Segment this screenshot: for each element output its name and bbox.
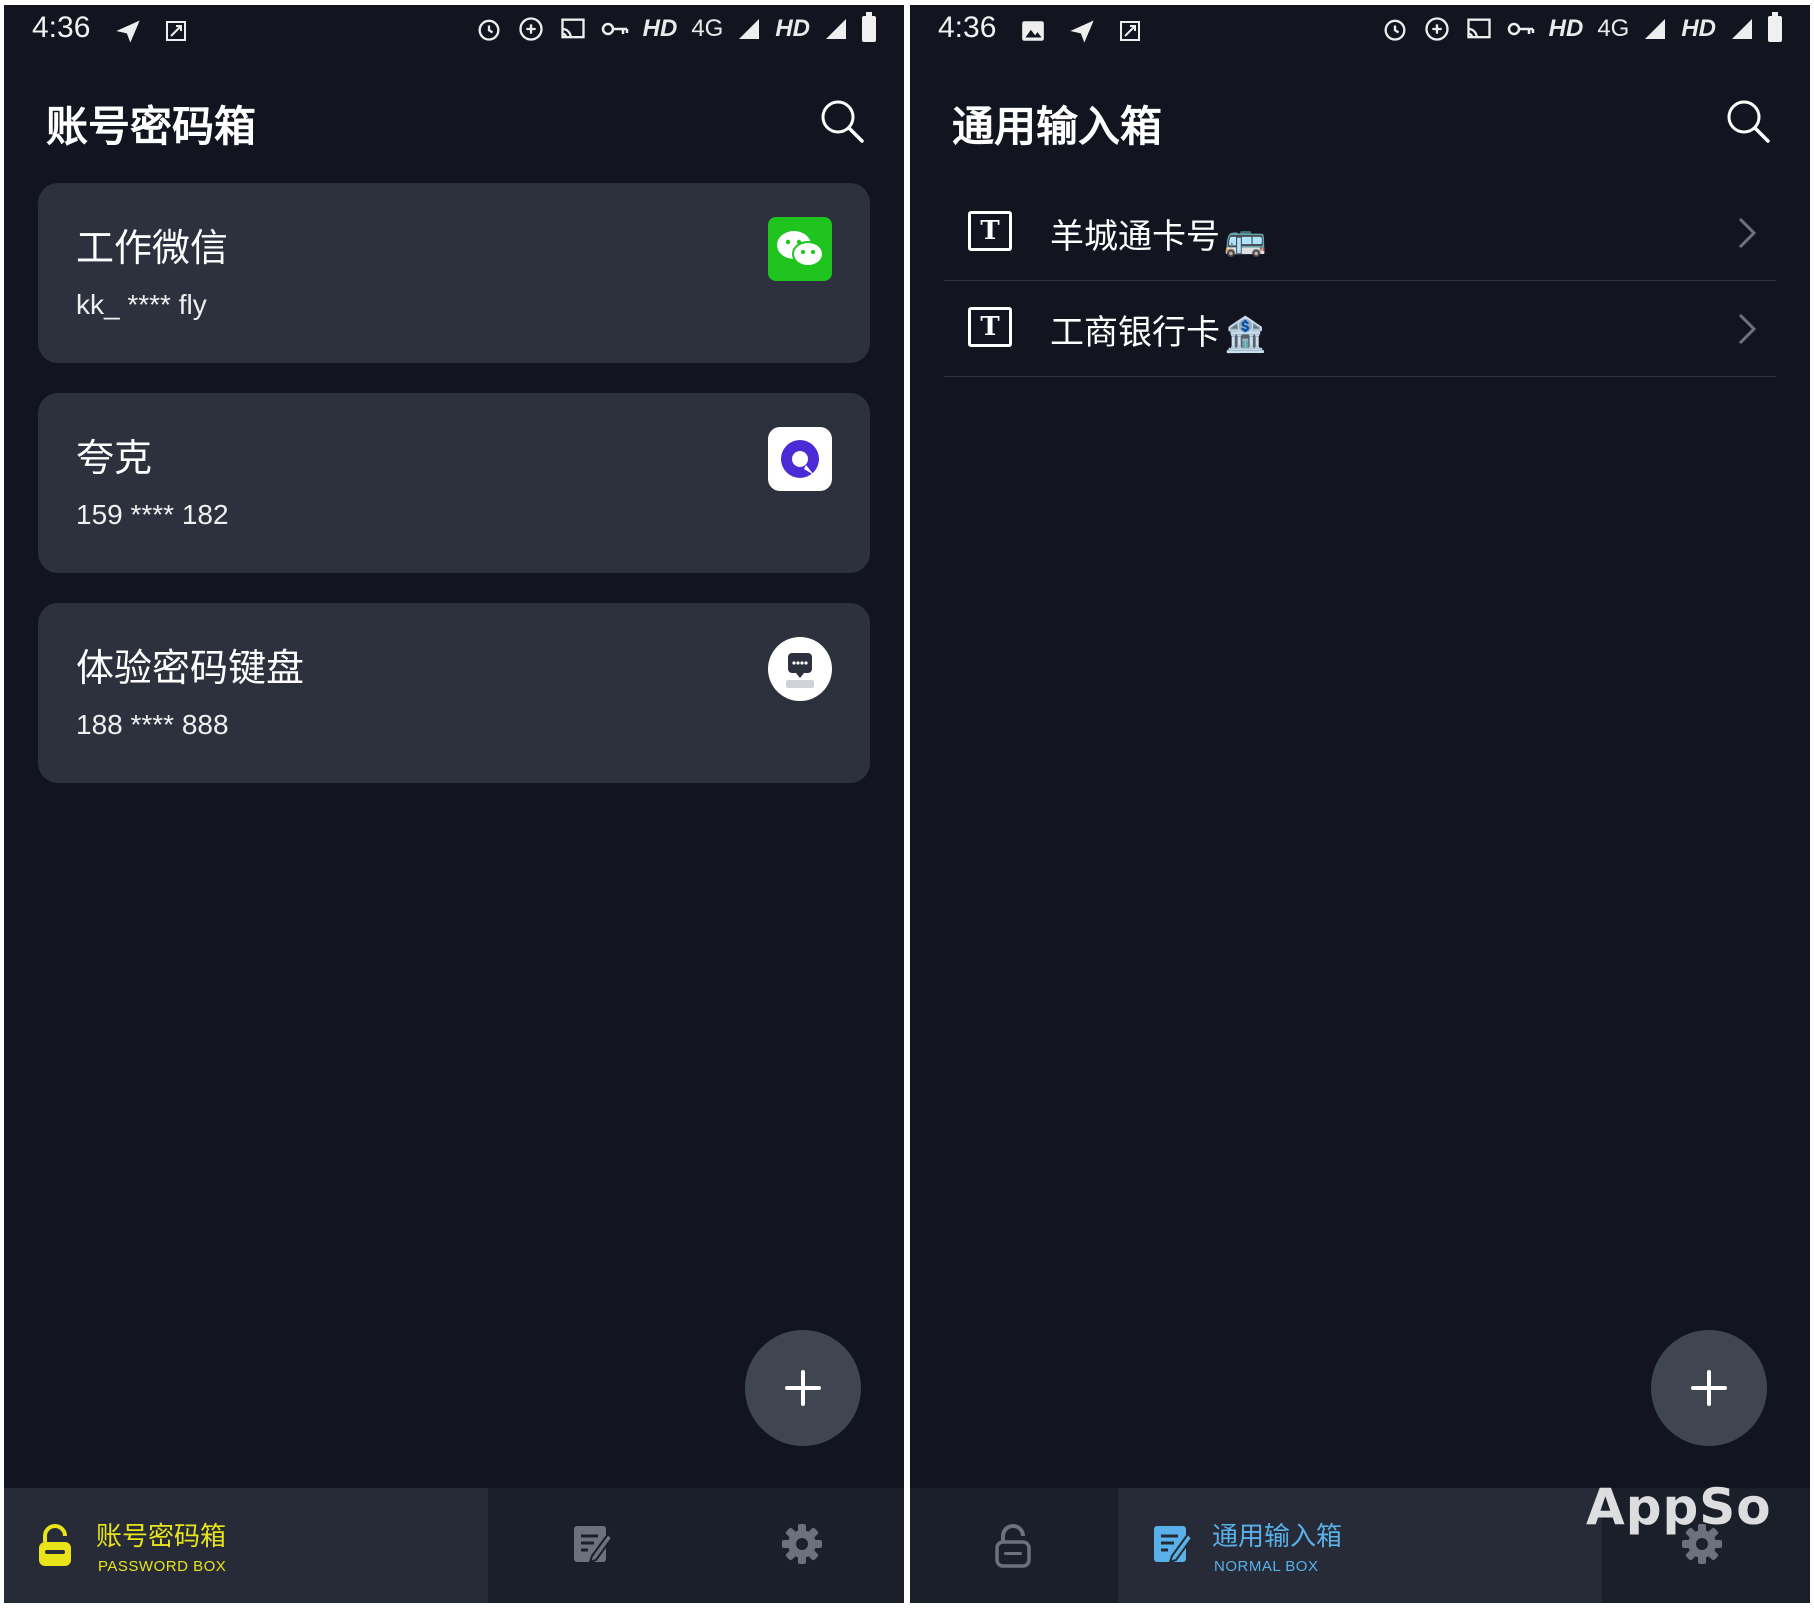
signal-icon — [1645, 19, 1666, 39]
search-icon[interactable] — [818, 97, 866, 145]
battery-icon — [1768, 12, 1782, 42]
tab-password-box[interactable]: 账号密码箱 PASSWORD BOX — [4, 1488, 488, 1603]
bank-icon: 🏦 — [1224, 314, 1267, 355]
normal-box-screen: 4:36 HD 4G HD 通用输入箱 T 羊城通卡号🚌 T 工商银行卡🏦 — [910, 5, 1810, 1603]
header: 通用输入箱 — [910, 75, 1810, 165]
hd-label: HD — [642, 15, 678, 42]
tab-normal-box[interactable] — [488, 1488, 696, 1603]
lock-icon — [995, 1524, 1031, 1568]
tab-label: 通用输入箱 — [1212, 1522, 1343, 1552]
list-item[interactable]: T 羊城通卡号 🚌 — [944, 185, 1776, 281]
search-icon[interactable] — [1724, 97, 1772, 145]
page-title: 通用输入箱 — [952, 102, 1163, 151]
data-saver-icon — [518, 17, 543, 41]
network-label: 4G — [691, 15, 724, 42]
hd-label-2: HD — [1681, 15, 1716, 42]
signal-icon — [739, 19, 760, 39]
vpn-key-icon — [1507, 22, 1534, 36]
text-box-icon: T — [968, 211, 1012, 251]
page-title: 账号密码箱 — [46, 102, 257, 151]
add-button[interactable] — [745, 1330, 861, 1446]
tab-normal-box[interactable]: 通用输入箱 NORMAL BOX — [1118, 1488, 1602, 1603]
image-icon — [1022, 21, 1044, 41]
gear-icon — [782, 1524, 822, 1564]
account-value: 188 **** 888 — [76, 709, 229, 740]
alarm-icon — [478, 19, 500, 41]
note-edit-icon — [1154, 1526, 1194, 1564]
account-value: kk_ **** fly — [76, 289, 207, 320]
cast-icon — [560, 18, 585, 39]
account-name: 工作微信 — [76, 226, 229, 270]
tab-sublabel: NORMAL BOX — [1214, 1558, 1319, 1575]
signal-icon-2 — [826, 19, 846, 39]
network-label: 4G — [1597, 15, 1630, 42]
password-keyboard-icon — [768, 637, 832, 701]
tab-sublabel: PASSWORD BOX — [98, 1558, 227, 1575]
item-label: 羊城通卡号 🚌 — [1050, 209, 1266, 259]
screenshot-icon — [1120, 21, 1140, 41]
chevron-right-icon — [1738, 217, 1757, 249]
chevron-right-icon — [1738, 313, 1757, 345]
header: 账号密码箱 — [4, 75, 904, 165]
lock-icon — [39, 1524, 71, 1566]
vpn-key-icon — [601, 22, 628, 36]
quark-icon — [768, 427, 832, 491]
text-box-icon: T — [968, 307, 1012, 347]
tab-password-box[interactable] — [910, 1488, 1118, 1603]
account-name: 夸克 — [76, 436, 153, 480]
bottom-nav: 账号密码箱 PASSWORD BOX — [4, 1488, 904, 1603]
status-time: 4:36 — [938, 11, 997, 44]
alarm-icon — [1384, 19, 1406, 41]
wechat-icon — [768, 217, 832, 281]
status-bar: 4:36 HD 4G HD — [4, 5, 904, 61]
item-label: 工商银行卡 🏦 — [1050, 305, 1266, 355]
tab-label: 账号密码箱 — [96, 1522, 227, 1552]
send-icon — [116, 20, 140, 43]
item-label-text: 工商银行卡 — [1050, 313, 1220, 353]
tab-settings[interactable] — [696, 1488, 904, 1603]
status-time: 4:36 — [32, 11, 91, 44]
account-name: 体验密码键盘 — [76, 646, 305, 690]
data-saver-icon — [1424, 17, 1449, 41]
battery-icon — [862, 12, 876, 42]
account-card[interactable]: 夸克 159 **** 182 — [38, 393, 870, 573]
account-value: 159 **** 182 — [76, 499, 229, 530]
account-card[interactable]: 工作微信 kk_ **** fly — [38, 183, 870, 363]
send-icon — [1070, 20, 1094, 43]
hd-label: HD — [1548, 15, 1584, 42]
add-button[interactable] — [1651, 1330, 1767, 1446]
hd-label-2: HD — [775, 15, 810, 42]
item-label-text: 羊城通卡号 — [1050, 217, 1220, 257]
screenshot-icon — [166, 21, 186, 41]
signal-icon-2 — [1732, 19, 1752, 39]
list-item[interactable]: T 工商银行卡 🏦 — [944, 281, 1776, 377]
note-edit-icon — [574, 1526, 614, 1564]
cast-icon — [1466, 18, 1491, 39]
account-card[interactable]: 体验密码键盘 188 **** 888 — [38, 603, 870, 783]
password-box-screen: 4:36 HD 4G HD 账号密码箱 工作微信 kk_ **** fly 夸克… — [4, 5, 904, 1603]
bus-icon: 🚌 — [1224, 218, 1267, 259]
status-bar: 4:36 HD 4G HD — [910, 5, 1810, 61]
appso-watermark: AppSo — [1586, 1478, 1772, 1536]
